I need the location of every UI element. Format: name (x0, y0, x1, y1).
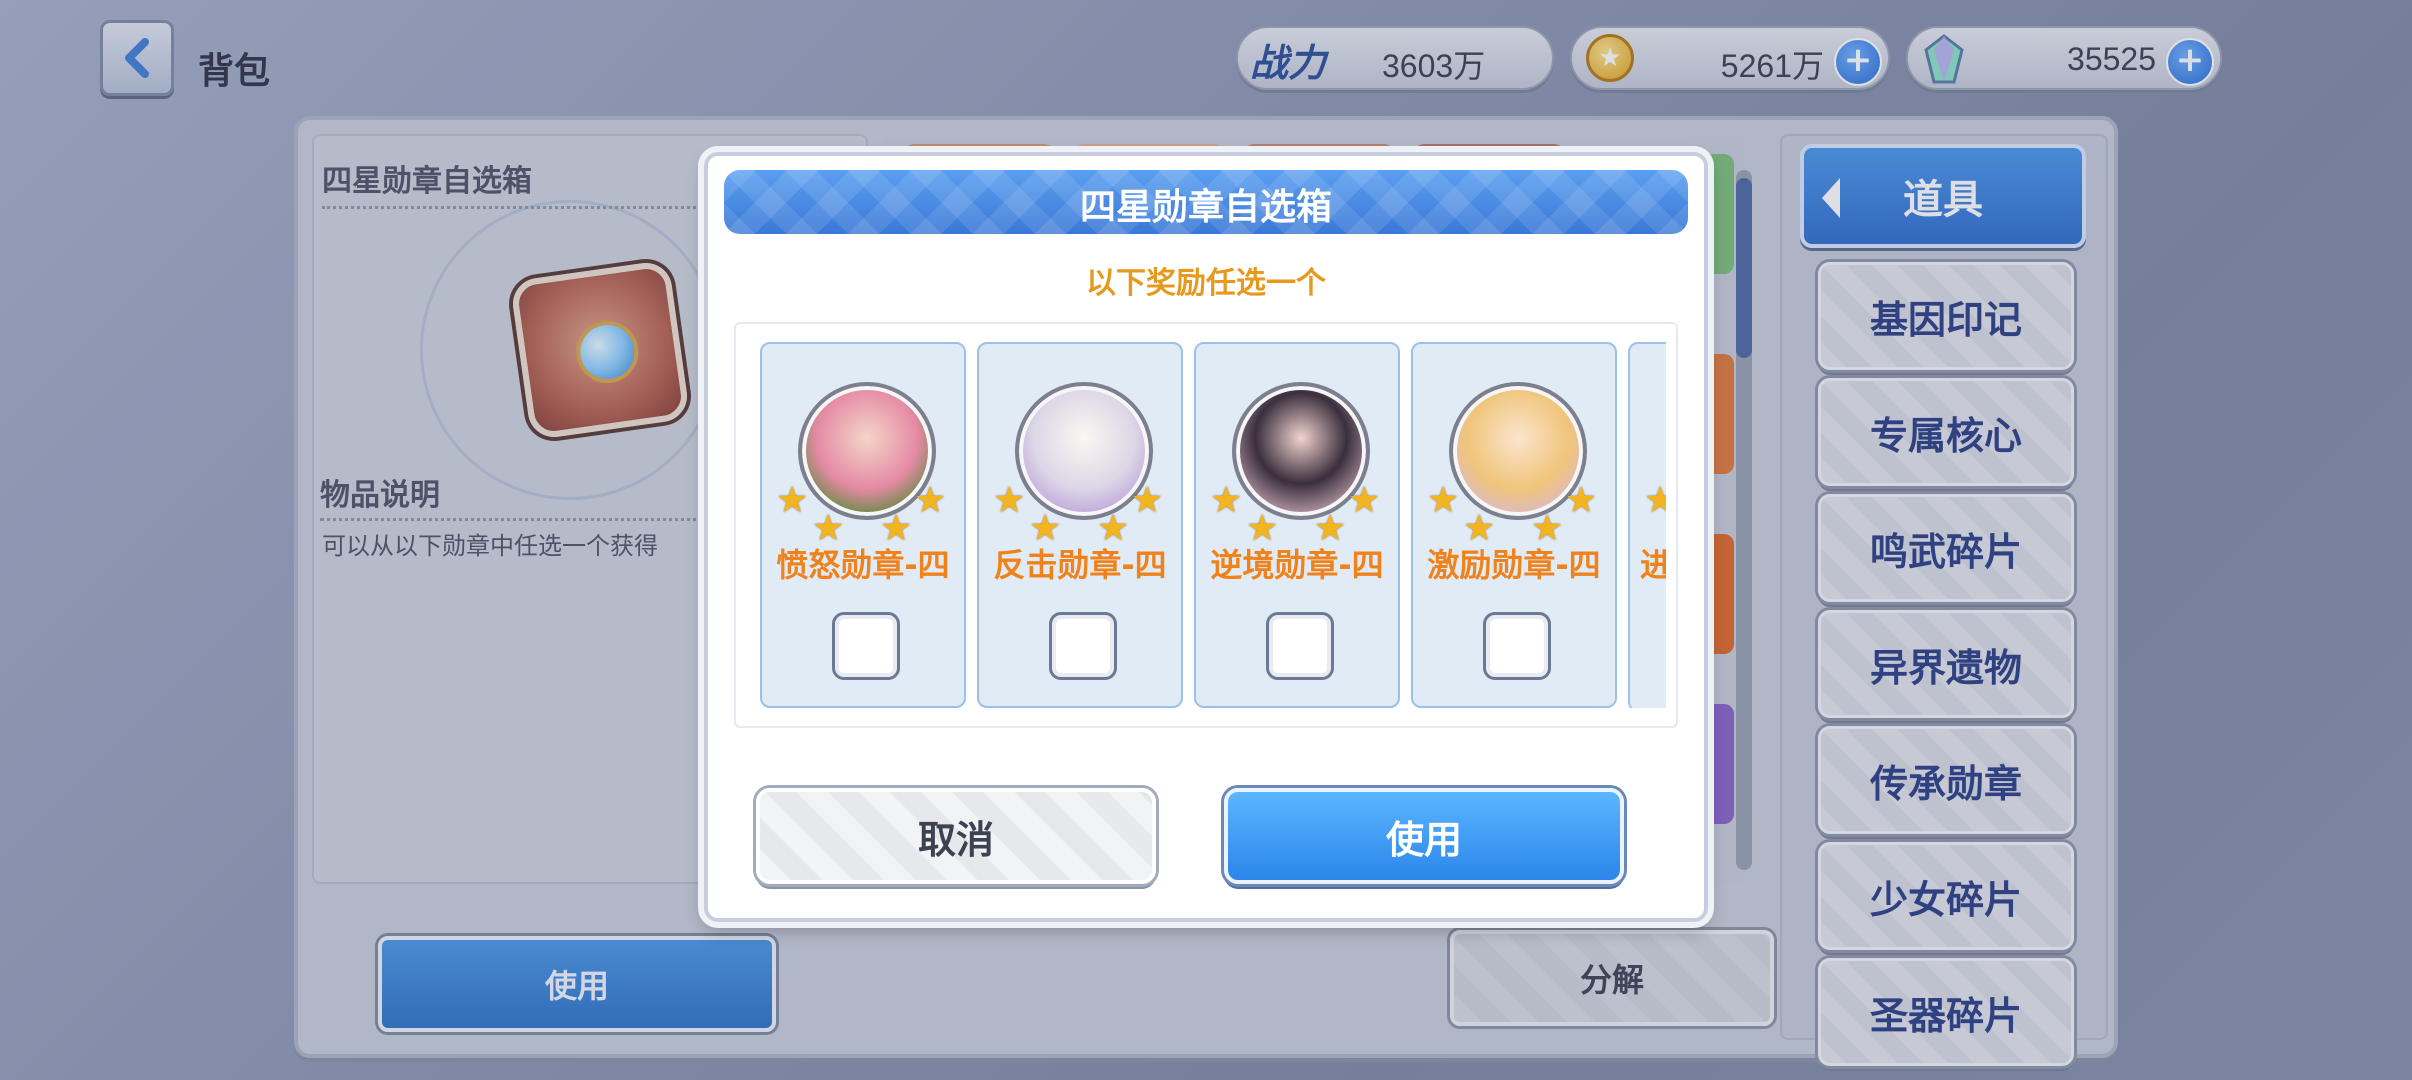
reward-checkbox[interactable] (1049, 612, 1117, 680)
reward-card[interactable]: ★ ★ ★ ★ 愤怒勋章-四 (760, 342, 966, 708)
dialog-subtitle: 以下奖励任选一个 (1086, 266, 1326, 301)
reward-card[interactable]: ★ ★ ★ ★ 反击勋章-四 (977, 342, 1183, 708)
star-icon: ★ (1644, 480, 1666, 521)
star-icon: ★ (1131, 480, 1164, 521)
reward-checkbox[interactable] (832, 612, 900, 680)
reward-card[interactable]: ★ 进 (1628, 342, 1666, 708)
star-icon: ★ (1348, 480, 1381, 521)
dialog-title: 四星勋章自选箱 (1079, 187, 1332, 228)
reward-name: 激励勋章-四 (1427, 546, 1601, 584)
star-icon: ★ (993, 480, 1026, 521)
reward-name: 逆境勋章-四 (1210, 546, 1384, 584)
star-icon: ★ (914, 480, 947, 521)
reward-checkbox[interactable] (1266, 612, 1334, 680)
star-icon: ★ (1427, 480, 1460, 521)
reward-name: 进 (1640, 546, 1666, 584)
reward-name: 愤怒勋章-四 (776, 546, 950, 584)
reward-name: 反击勋章-四 (993, 546, 1167, 584)
reward-card-clip: ★ 进 (1628, 342, 1666, 708)
reward-card[interactable]: ★ ★ ★ ★ 逆境勋章-四 (1194, 342, 1400, 708)
star-icon: ★ (1210, 480, 1243, 521)
reward-card[interactable]: ★ ★ ★ ★ 激励勋章-四 (1411, 342, 1617, 708)
cancel-button[interactable]: 取消 (756, 788, 1156, 884)
star-icon: ★ (1565, 480, 1598, 521)
reward-checkbox[interactable] (1483, 612, 1551, 680)
star-icon: ★ (776, 480, 809, 521)
confirm-use-button[interactable]: 使用 (1224, 788, 1624, 884)
dialog-header: 四星勋章自选箱 (724, 170, 1688, 234)
